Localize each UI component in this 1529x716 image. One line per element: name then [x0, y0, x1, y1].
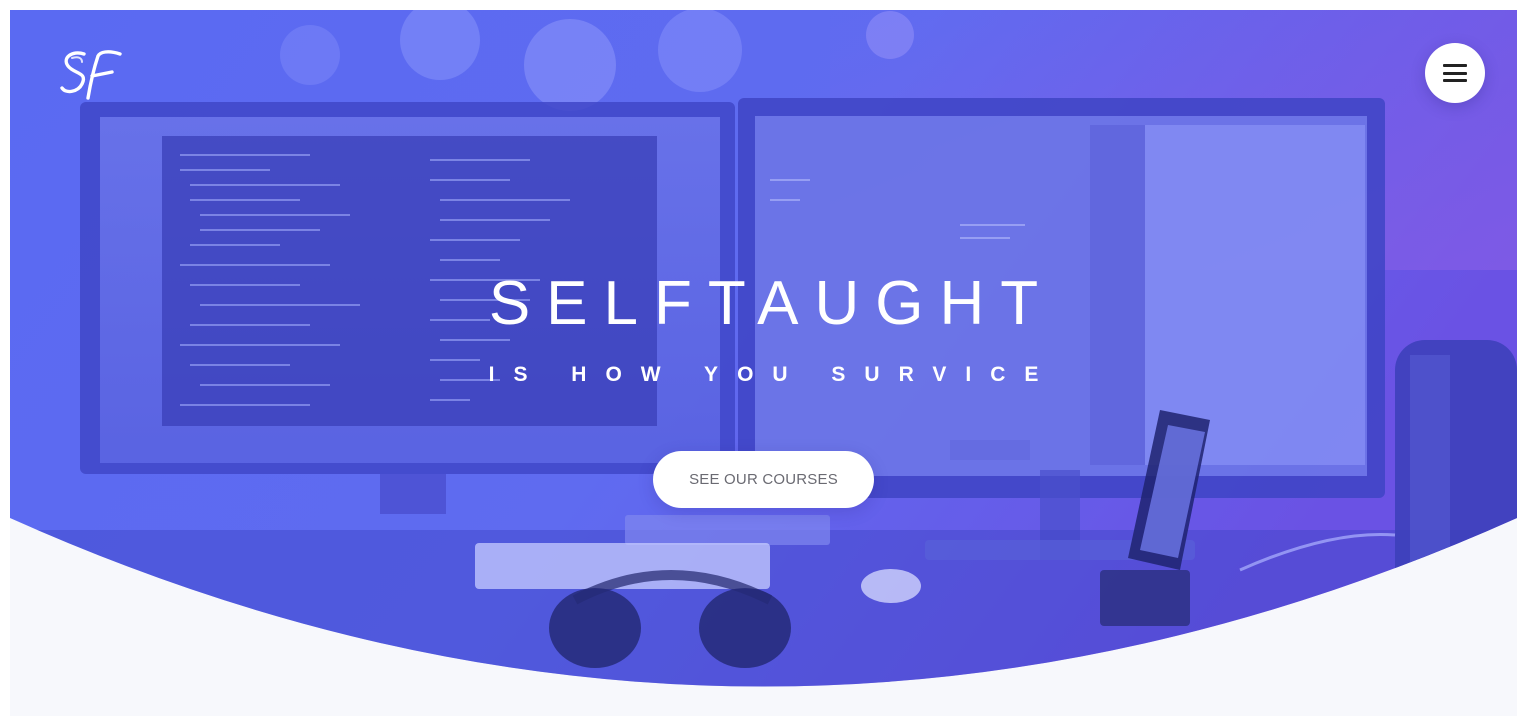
menu-button[interactable]: [1425, 43, 1485, 103]
hero-tagline: IS HOW YOU SURVICE: [488, 363, 1058, 386]
menu-bar: [1443, 64, 1467, 67]
hero-section: SELFTAUGHT IS HOW YOU SURVICE SEE OUR CO…: [10, 10, 1517, 716]
menu-bar: [1443, 71, 1467, 75]
menu-bar: [1443, 79, 1467, 82]
site-logo[interactable]: [58, 46, 124, 104]
mouse: [861, 569, 921, 603]
hamburger-menu-icon: [1443, 64, 1467, 82]
hero-title: SELFTAUGHT: [488, 269, 1055, 338]
see-courses-button[interactable]: SEE OUR COURSES: [653, 451, 874, 508]
desktop-tower: [1395, 340, 1517, 680]
sf-monogram-logo: [60, 50, 122, 100]
book-stack: [625, 515, 830, 545]
page: SELFTAUGHT IS HOW YOU SURVICE SEE OUR CO…: [10, 10, 1517, 716]
